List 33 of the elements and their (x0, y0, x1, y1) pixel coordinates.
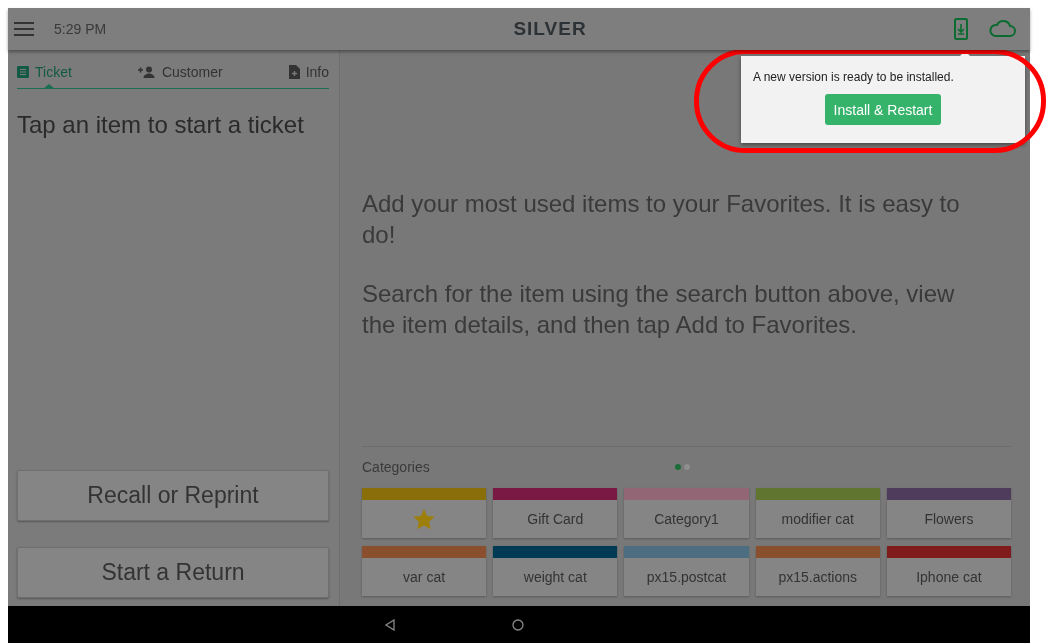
action-button[interactable]: Start a Return (17, 547, 329, 598)
home-icon[interactable] (512, 618, 524, 631)
category-tile[interactable]: modifier cat (755, 488, 880, 538)
clock-time: 5:29 PM (54, 21, 107, 37)
favorites-hint-text: Search for the item using the search button above, view the item details, and then tap Add to Favorites. (362, 279, 956, 340)
tab[interactable]: Ticket (17, 56, 72, 88)
section-title: Categories (362, 459, 431, 475)
category-tile[interactable]: var cat (362, 546, 487, 596)
category-tile[interactable]: weight cat (493, 546, 618, 596)
star-icon (413, 508, 436, 530)
favorites-hint-text: Add your most used items to your Favorites. It is easy to do! (362, 189, 961, 250)
logo: SILVER (513, 18, 587, 40)
tab[interactable]: Info (288, 56, 329, 88)
phone-download-icon[interactable] (954, 18, 968, 40)
category-tile[interactable]: Flowers (886, 488, 1011, 538)
category-tile[interactable]: px15.postcat (624, 546, 749, 596)
category-tile[interactable]: px15.actions (755, 546, 880, 596)
list-icon (17, 66, 29, 78)
update-message: A new version is ready to be installed. (753, 70, 954, 84)
add-person-icon (137, 66, 156, 78)
back-icon[interactable] (384, 618, 396, 631)
category-tile[interactable]: Gift Card (493, 488, 618, 538)
cloud-icon[interactable] (988, 20, 1016, 38)
tab[interactable]: Customer (137, 56, 223, 88)
category-tile[interactable]: Category1 (624, 488, 749, 538)
action-button[interactable]: Recall or Reprint (17, 470, 329, 521)
install-button[interactable]: Install & Restart (824, 94, 942, 125)
menu-icon[interactable] (14, 22, 34, 36)
category-tile[interactable]: Iphone cat (886, 546, 1011, 596)
document-plus-icon (288, 65, 300, 79)
category-tile[interactable] (362, 488, 487, 538)
page-dot[interactable] (675, 464, 681, 470)
empty-ticket-message: Tap an item to start a ticket (17, 111, 305, 139)
